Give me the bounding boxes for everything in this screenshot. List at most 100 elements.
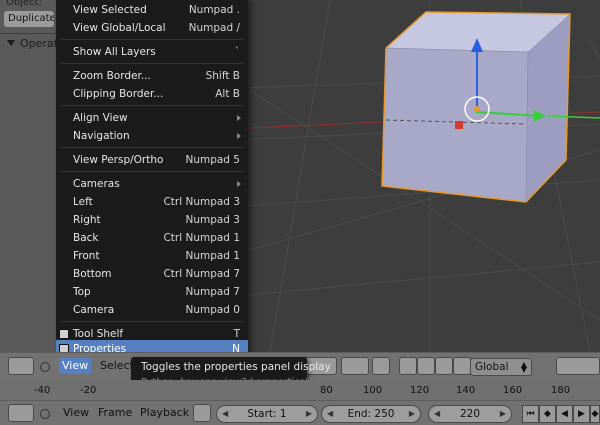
menu-item-shortcut: Numpad 7 (185, 286, 240, 298)
menu-item-view-selected[interactable]: View Selected Numpad . (56, 1, 248, 19)
menu-item-shortcut: ` (234, 46, 240, 58)
select-menu-button[interactable]: Select (100, 359, 134, 372)
collapse-arrow-icon[interactable] (7, 40, 15, 46)
ruler-tick: -20 (80, 385, 97, 396)
decrement-arrow-icon[interactable]: ◀ (222, 406, 228, 422)
menu-item-top[interactable]: Top Numpad 7 (56, 283, 248, 301)
collapse-menus-icon[interactable] (40, 362, 50, 372)
menu-item-label: Align View (73, 112, 128, 124)
end-frame-value: End: 250 (347, 408, 395, 420)
menu-item-label: Top (73, 286, 91, 298)
tool-shelf-panel: Object: Duplicate Obj Operator (0, 0, 69, 352)
view-menu-button[interactable]: View (59, 358, 92, 374)
transform-orientation-select[interactable]: Global ▲ ▼ (470, 358, 532, 376)
collapse-menus-icon[interactable] (40, 409, 50, 419)
menu-item-shortcut: Numpad 3 (185, 214, 240, 226)
menu-item-view-global-local[interactable]: View Global/Local Numpad / (56, 19, 248, 37)
menu-item-shortcut: T (233, 328, 240, 340)
editor-type-icon[interactable] (8, 357, 34, 375)
play-reverse-icon[interactable]: ◀ (556, 405, 573, 423)
menu-item-shortcut: Numpad 0 (185, 304, 240, 316)
menu-separator (60, 321, 244, 322)
increment-arrow-icon[interactable]: ▶ (500, 406, 506, 422)
menu-item-label: Show All Layers (73, 46, 156, 58)
start-frame-field[interactable]: ◀ Start: 1 ▶ (216, 405, 318, 423)
tooltip-text: Toggles the properties panel display (141, 361, 331, 373)
menu-item-left[interactable]: Left Ctrl Numpad 3 (56, 193, 248, 211)
duplicate-object-field[interactable]: Duplicate Obj (4, 11, 54, 27)
ruler-tick: 160 (503, 385, 523, 396)
menu-item-cameras[interactable]: Cameras (56, 175, 248, 193)
current-frame-value: 220 (459, 408, 481, 420)
translate-icon[interactable] (399, 357, 417, 375)
panel-divider (0, 33, 56, 34)
object-label: Object: (6, 0, 42, 8)
rotate-icon[interactable] (417, 357, 435, 375)
jump-to-keyframe-back-icon[interactable]: ◆ (539, 405, 556, 423)
menu-item-shortcut: Ctrl Numpad 1 (163, 232, 240, 244)
decrement-arrow-icon[interactable]: ◀ (327, 406, 333, 422)
menu-item-right[interactable]: Right Numpad 3 (56, 211, 248, 229)
keying-set-icon[interactable] (193, 404, 211, 422)
menu-item-shortcut: Ctrl Numpad 3 (163, 196, 240, 208)
timeline-view-menu[interactable]: View (63, 406, 89, 419)
menu-item-show-all-layers[interactable]: Show All Layers ` (56, 43, 248, 61)
ruler-tick: 80 (320, 385, 333, 396)
jump-to-keyframe-forward-icon[interactable]: ◆ (590, 405, 600, 423)
y-handle-icon[interactable] (455, 121, 463, 129)
menu-item-zoom-border[interactable]: Zoom Border... Shift B (56, 67, 248, 85)
menu-item-shortcut: Alt B (215, 88, 240, 100)
increment-arrow-icon[interactable]: ▶ (306, 406, 312, 422)
menu-item-label: Tool Shelf (73, 328, 124, 340)
menu-item-bottom[interactable]: Bottom Ctrl Numpad 7 (56, 265, 248, 283)
menu-item-label: Right (73, 214, 101, 226)
menu-item-shortcut: Numpad / (188, 22, 240, 34)
timeline-editor-icon[interactable] (8, 404, 34, 422)
menu-item-back[interactable]: Back Ctrl Numpad 1 (56, 229, 248, 247)
menu-item-label: Zoom Border... (73, 70, 151, 82)
menu-item-shortcut: Numpad 1 (185, 250, 240, 262)
timeline-ruler[interactable]: -40 -20 80 100 120 140 160 180 (0, 380, 600, 400)
submenu-arrow-icon (237, 181, 241, 187)
menu-item-label: View Persp/Ortho (73, 154, 164, 166)
menu-item-front[interactable]: Front Numpad 1 (56, 247, 248, 265)
menu-item-clipping-border[interactable]: Clipping Border... Alt B (56, 85, 248, 103)
pivot-point-icon[interactable] (341, 357, 369, 375)
menu-item-align-view[interactable]: Align View (56, 109, 248, 127)
transform-icon[interactable] (453, 357, 471, 375)
menu-item-shortcut: Numpad 5 (185, 154, 240, 166)
menu-item-label: View Selected (73, 4, 147, 16)
manipulator-toggle-icon[interactable] (372, 357, 390, 375)
menu-item-label: Front (73, 250, 100, 262)
orientation-value: Global (475, 361, 509, 373)
menu-separator (60, 105, 244, 106)
menu-separator (60, 39, 244, 40)
submenu-arrow-icon (237, 115, 241, 121)
menu-item-shortcut: Shift B (205, 70, 240, 82)
layers-grid-icon[interactable] (556, 357, 600, 375)
timeline-frame-menu[interactable]: Frame (98, 406, 132, 419)
dropdown-arrow-icon: ▲ ▼ (520, 360, 527, 374)
scale-icon[interactable] (435, 357, 453, 375)
menu-item-label: Bottom (73, 268, 112, 280)
play-icon[interactable]: ▶ (573, 405, 590, 423)
menu-item-label: Clipping Border... (73, 88, 164, 100)
decrement-arrow-icon[interactable]: ◀ (434, 406, 440, 422)
timeline-playback-menu[interactable]: Playback (140, 406, 189, 419)
submenu-arrow-icon (237, 133, 241, 139)
end-frame-field[interactable]: ◀ End: 250 ▶ (321, 405, 421, 423)
ruler-tick: 100 (363, 385, 383, 396)
view-menu: View Selected Numpad . View Global/Local… (56, 0, 248, 358)
start-frame-value: Start: 1 (247, 408, 287, 420)
menu-item-view-persp-ortho[interactable]: View Persp/Ortho Numpad 5 (56, 151, 248, 169)
menu-item-shortcut: Ctrl Numpad 7 (163, 268, 240, 280)
checkbox-icon (59, 329, 69, 339)
menu-item-navigation[interactable]: Navigation (56, 127, 248, 145)
menu-item-camera[interactable]: Camera Numpad 0 (56, 301, 248, 319)
menu-item-label: Back (73, 232, 99, 244)
current-frame-field[interactable]: ◀ 220 ▶ (428, 405, 512, 423)
jump-to-start-icon[interactable]: ⏮ (522, 405, 539, 423)
increment-arrow-icon[interactable]: ▶ (409, 406, 415, 422)
menu-item-label: Navigation (73, 130, 130, 142)
menu-item-shortcut: Numpad . (188, 4, 240, 16)
